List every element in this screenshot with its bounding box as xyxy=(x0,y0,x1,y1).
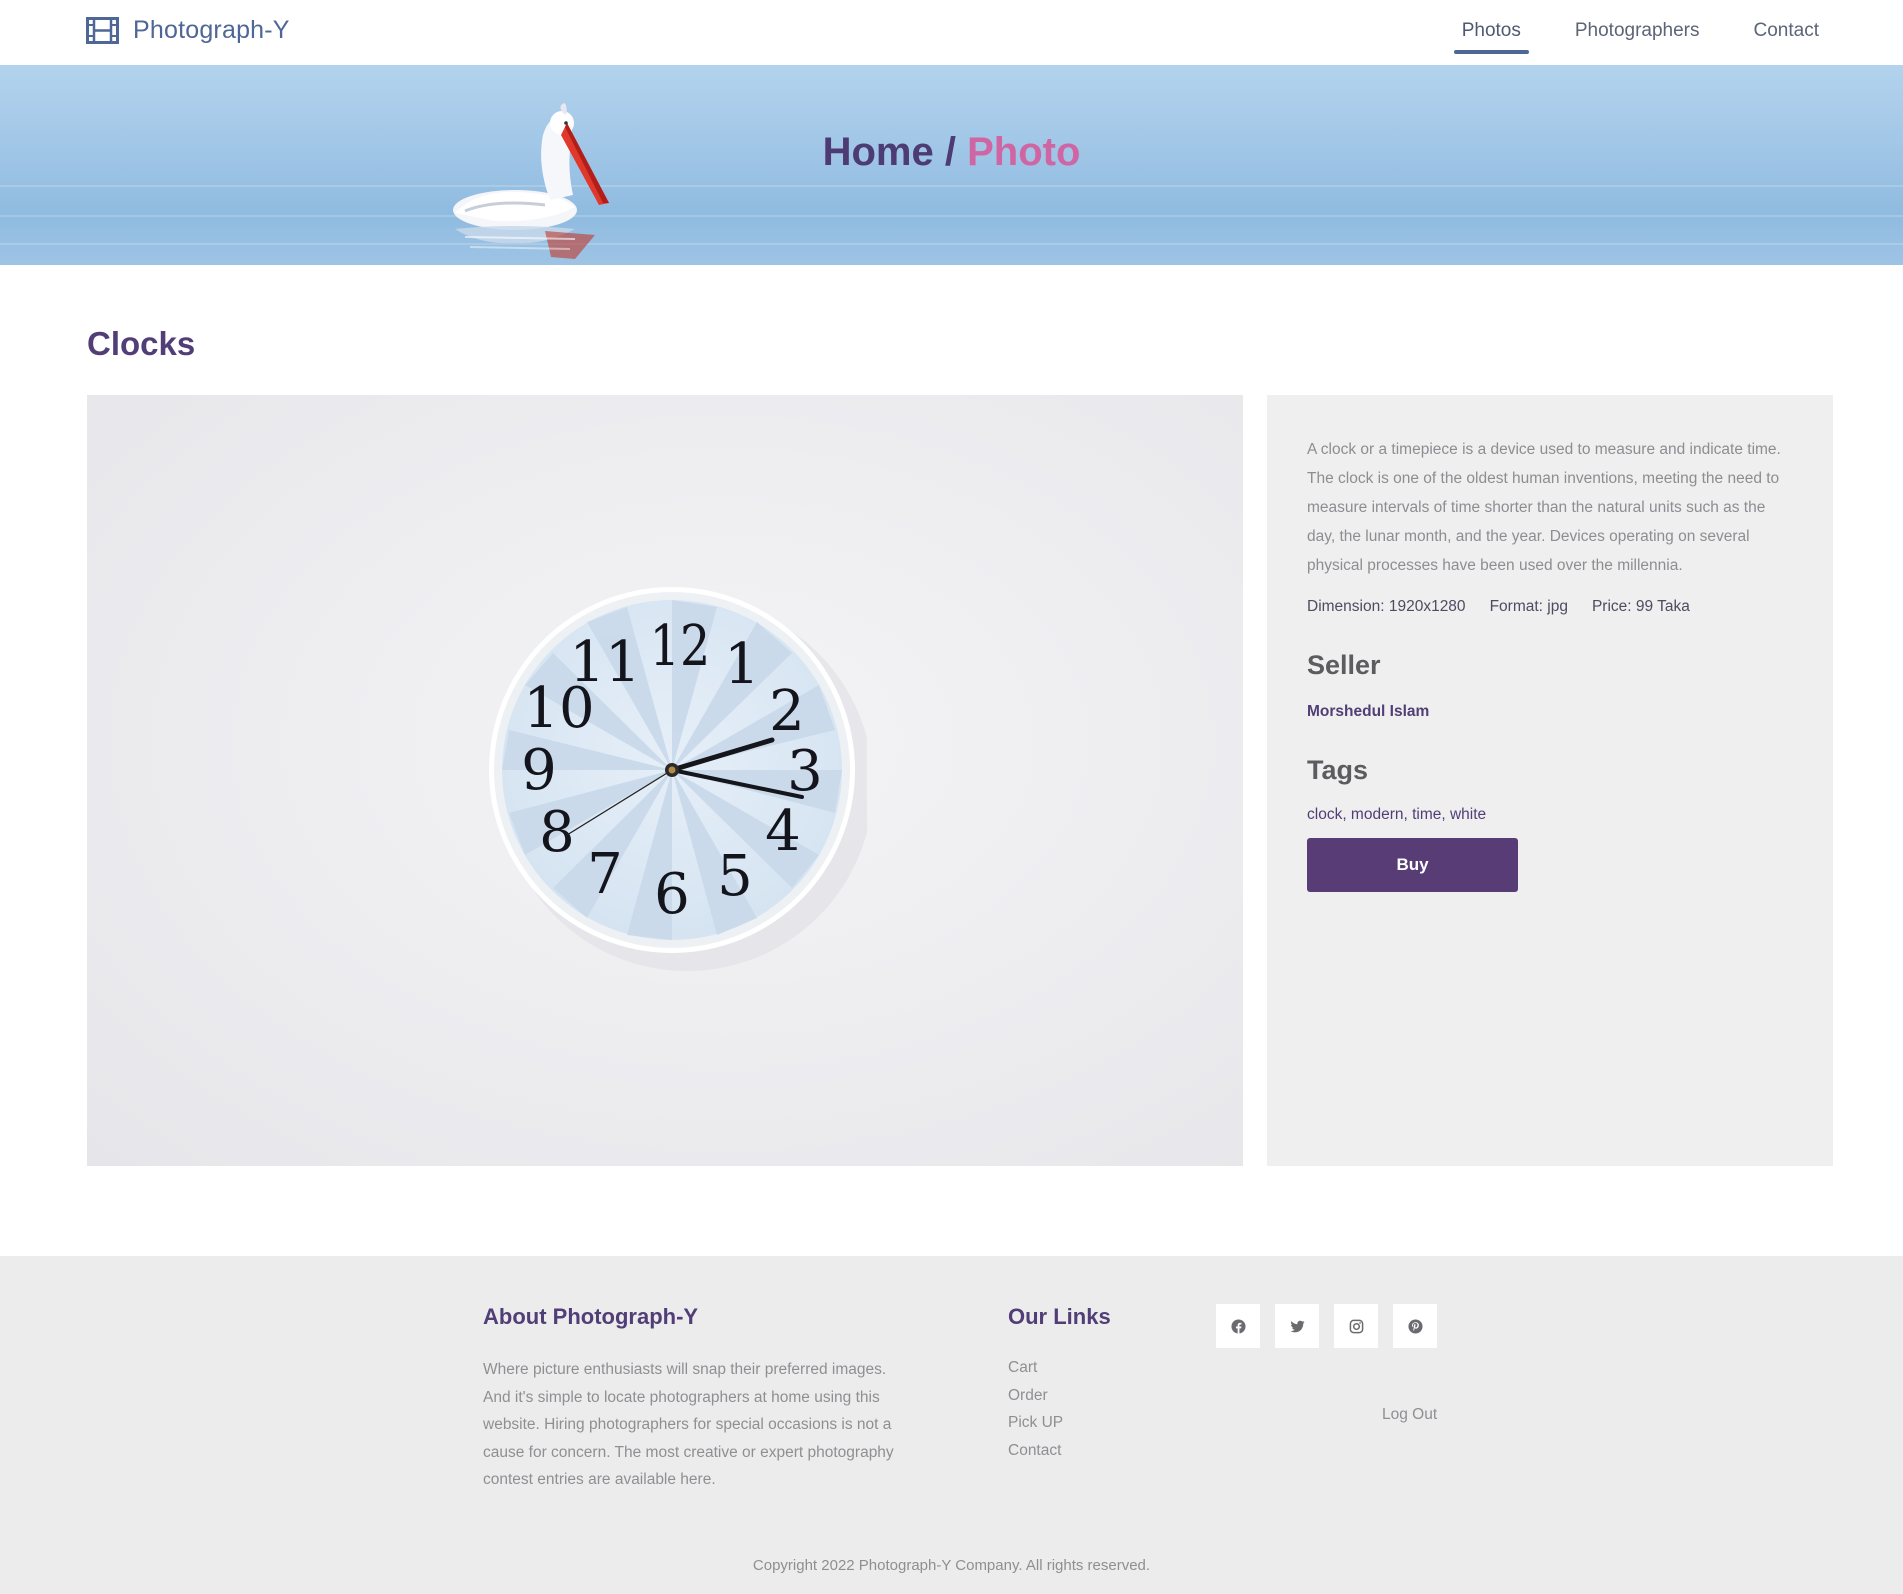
svg-text:1: 1 xyxy=(724,632,760,697)
photo-specs: Dimension: 1920x1280 Format: jpg Price: … xyxy=(1307,598,1793,616)
svg-text:11: 11 xyxy=(569,630,640,695)
brand-link[interactable]: Photograph-Y xyxy=(86,16,290,45)
facebook-button[interactable] xyxy=(1216,1304,1260,1348)
instagram-icon xyxy=(1349,1319,1363,1333)
water-ripple xyxy=(0,243,1903,245)
nav-link-photographers[interactable]: Photographers xyxy=(1567,18,1708,54)
format-label: Format: jpg xyxy=(1489,598,1568,615)
photo-description: A clock or a timepiece is a device used … xyxy=(1307,441,1781,574)
footer-link-pickup[interactable]: Pick UP xyxy=(1008,1409,1111,1437)
hero-banner: Home / Photo xyxy=(0,65,1903,265)
svg-text:6: 6 xyxy=(654,862,690,927)
footer-links: Our Links Cart Order Pick UP Contact xyxy=(1008,1304,1111,1464)
footer-about: About Photograph-Y Where picture enthusi… xyxy=(483,1304,916,1494)
breadcrumb: Home / Photo xyxy=(0,130,1903,175)
svg-text:8: 8 xyxy=(539,800,575,865)
footer-link-order[interactable]: Order xyxy=(1008,1382,1111,1410)
pinterest-button[interactable] xyxy=(1393,1304,1437,1348)
water-ripple xyxy=(0,185,1903,187)
photo-title: Clocks xyxy=(87,325,196,362)
wall-clock-illustration: 12 1 2 3 4 5 6 7 8 9 10 11 xyxy=(489,587,867,971)
main-nav: Photos Photographers Contact xyxy=(1453,18,1827,54)
about-text: Where picture enthusiasts will snap thei… xyxy=(483,1361,894,1488)
facebook-icon xyxy=(1230,1318,1246,1334)
svg-text:5: 5 xyxy=(717,844,753,909)
photo-info-panel: A clock or a timepiece is a device used … xyxy=(1267,395,1833,1166)
twitter-button[interactable] xyxy=(1275,1304,1319,1348)
breadcrumb-home[interactable]: Home xyxy=(823,130,934,174)
seller-heading: Seller xyxy=(1307,650,1381,680)
pelican-image xyxy=(453,103,609,259)
social-links xyxy=(1216,1304,1437,1348)
svg-text:9: 9 xyxy=(521,738,557,803)
navbar: Photograph-Y Photos Photographers Contac… xyxy=(0,0,1903,65)
footer-link-contact[interactable]: Contact xyxy=(1008,1437,1111,1465)
buy-button[interactable]: Buy xyxy=(1307,838,1518,892)
seller-name-link[interactable]: Morshedul Islam xyxy=(1307,703,1793,721)
footer-link-cart[interactable]: Cart xyxy=(1008,1354,1111,1382)
water-ripple xyxy=(0,215,1903,217)
tags-list: clock, modern, time, white xyxy=(1307,806,1487,823)
brand-name: Photograph-Y xyxy=(133,16,290,44)
links-heading: Our Links xyxy=(1008,1304,1111,1329)
twitter-icon xyxy=(1289,1320,1305,1332)
tags-heading: Tags xyxy=(1307,755,1369,785)
breadcrumb-current: Photo xyxy=(967,130,1081,174)
svg-text:7: 7 xyxy=(587,842,623,907)
instagram-button[interactable] xyxy=(1334,1304,1378,1348)
svg-text:2: 2 xyxy=(769,679,805,744)
logout-link[interactable]: Log Out xyxy=(1382,1406,1437,1424)
about-heading: About Photograph-Y xyxy=(483,1304,699,1329)
footer: About Photograph-Y Where picture enthusi… xyxy=(0,1256,1903,1594)
nav-link-photos[interactable]: Photos xyxy=(1453,18,1530,54)
film-icon xyxy=(86,17,119,44)
breadcrumb-separator: / xyxy=(944,130,956,174)
dimension-label: Dimension: 1920x1280 xyxy=(1307,598,1466,615)
photo-image: 12 1 2 3 4 5 6 7 8 9 10 11 xyxy=(87,395,1243,1166)
svg-text:4: 4 xyxy=(765,799,801,864)
pinterest-icon xyxy=(1407,1318,1423,1334)
footer-links-list: Cart Order Pick UP Contact xyxy=(1008,1354,1111,1464)
price-label: Price: 99 Taka xyxy=(1591,598,1690,615)
nav-link-contact[interactable]: Contact xyxy=(1746,18,1827,54)
copyright-text: Copyright 2022 Photograph-Y Company. All… xyxy=(752,1557,1151,1574)
svg-text:12: 12 xyxy=(650,614,711,679)
